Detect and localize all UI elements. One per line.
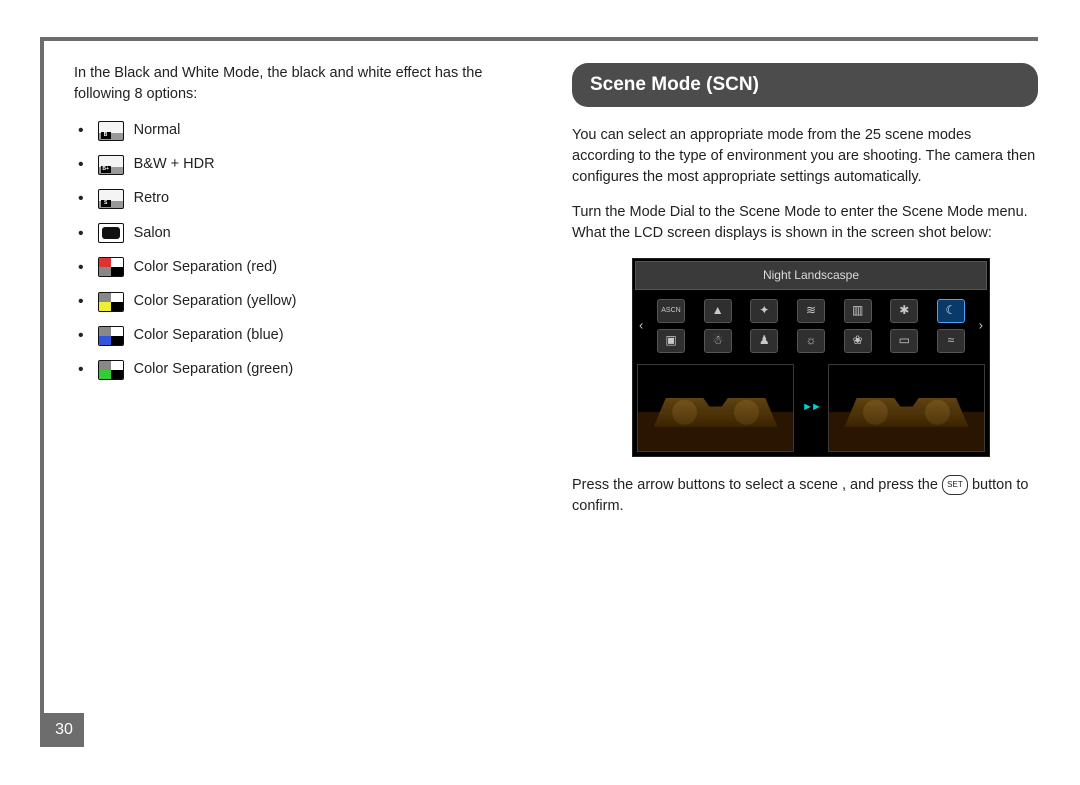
bw-normal-icon: B (98, 121, 124, 141)
scene-icon: ✱ (890, 299, 918, 323)
scene-icon: ASCN (657, 299, 685, 323)
bw-option-sep-blue: Color Separation (blue) (78, 324, 536, 347)
scene-row-2: ▣ ☃ ♟ ☼ ❀ ▭ ≈ (657, 326, 965, 356)
bw-option-sep-red: Color Separation (red) (78, 256, 536, 279)
scene-icon-grid: ‹ › ASCN ▲ ✦ ≋ ▥ ✱ ☾ ▣ ☃ ♟ (633, 292, 989, 360)
content: In the Black and White Mode, the black a… (44, 41, 1038, 531)
scene-icon: ▣ (657, 329, 685, 353)
transform-arrow-icon: ►► (802, 400, 820, 416)
bw-option-label: Color Separation (red) (134, 257, 277, 278)
bw-option-retro: S Retro (78, 187, 536, 210)
scene-icon: ▭ (890, 329, 918, 353)
bw-option-label: Color Separation (blue) (134, 325, 284, 346)
scene-row-1: ASCN ▲ ✦ ≋ ▥ ✱ ☾ (657, 296, 965, 326)
scene-icon: ≈ (937, 329, 965, 353)
scene-icon: ≋ (797, 299, 825, 323)
bw-option-label: Salon (134, 223, 171, 244)
bw-intro-text: In the Black and White Mode, the black a… (74, 63, 536, 105)
preview-row: ►► (633, 360, 989, 456)
bw-retro-icon: S (98, 189, 124, 209)
bw-salon-icon (98, 223, 124, 243)
left-column: In the Black and White Mode, the black a… (74, 63, 536, 531)
scene-icon-selected: ☾ (937, 299, 965, 323)
scene-icon: ▲ (704, 299, 732, 323)
bw-option-normal: B Normal (78, 119, 536, 142)
right-column: Scene Mode (SCN) You can select an appro… (572, 63, 1038, 531)
scene-mode-instruction: Press the arrow buttons to select a scen… (572, 475, 1038, 517)
chevron-right-icon: › (979, 317, 983, 336)
scene-mode-desc-2: Turn the Mode Dial to the Scene Mode to … (572, 202, 1038, 244)
bw-option-label: Color Separation (yellow) (134, 291, 297, 312)
lcd-screenshot: Night Landscaspe ‹ › ASCN ▲ ✦ ≋ ▥ ✱ ☾ ▣ (632, 258, 990, 457)
preview-before (637, 364, 794, 452)
color-sep-red-icon (98, 257, 124, 277)
bw-option-label: Normal (134, 120, 181, 141)
color-sep-green-icon (98, 360, 124, 380)
bw-option-hdr: B+ B&W + HDR (78, 153, 536, 176)
page-number: 30 (44, 713, 84, 747)
scene-icon: ✦ (750, 299, 778, 323)
bw-options-list: B Normal B+ B&W + HDR S Retro Salon (74, 119, 536, 382)
bw-option-label: Color Separation (green) (134, 359, 294, 380)
scene-icon: ☼ (797, 329, 825, 353)
preview-after (828, 364, 985, 452)
color-sep-yellow-icon (98, 292, 124, 312)
set-button-icon: SET (942, 475, 968, 495)
bw-option-label: Retro (134, 188, 169, 209)
bw-option-sep-green: Color Separation (green) (78, 358, 536, 381)
scene-mode-desc-1: You can select an appropriate mode from … (572, 125, 1038, 188)
lcd-title: Night Landscaspe (635, 261, 987, 290)
scene-mode-header: Scene Mode (SCN) (572, 63, 1038, 107)
chevron-left-icon: ‹ (639, 317, 643, 336)
bw-hdr-icon: B+ (98, 155, 124, 175)
bw-option-sep-yellow: Color Separation (yellow) (78, 290, 536, 313)
scene-icon: ❀ (844, 329, 872, 353)
scene-icon: ▥ (844, 299, 872, 323)
scene-icon: ☃ (704, 329, 732, 353)
bw-option-salon: Salon (78, 222, 536, 245)
color-sep-blue-icon (98, 326, 124, 346)
bw-option-label: B&W + HDR (134, 154, 215, 175)
scene-icon: ♟ (750, 329, 778, 353)
page-frame: 30 In the Black and White Mode, the blac… (40, 37, 1038, 747)
